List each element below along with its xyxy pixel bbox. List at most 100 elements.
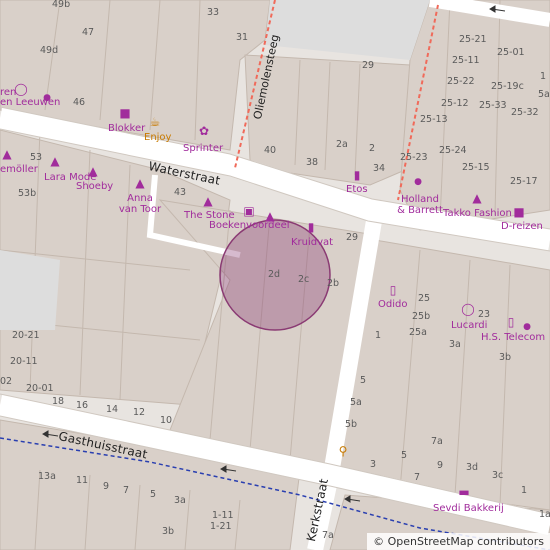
house-number: 3a: [449, 339, 461, 350]
house-number: 1-21: [210, 521, 232, 532]
house-number: 25-15: [462, 162, 490, 173]
house-number: 9: [103, 481, 110, 492]
phone-icon[interactable]: ▯: [386, 283, 400, 297]
house-number: 7a: [322, 530, 334, 541]
chemist-icon[interactable]: ▮: [350, 168, 364, 182]
clothes-icon[interactable]: ▲: [86, 164, 100, 178]
house-number: 49b: [52, 0, 71, 10]
shop-icon[interactable]: ■: [118, 106, 132, 120]
house-number: 25-12: [441, 98, 469, 109]
poi-label[interactable]: Kruidvat: [291, 238, 333, 248]
house-number: 02: [0, 376, 13, 387]
jewelry-icon[interactable]: ◯: [461, 302, 475, 316]
clothes-icon[interactable]: ▲: [48, 154, 62, 168]
house-number: 33: [207, 7, 220, 18]
poi-label[interactable]: Etos: [346, 185, 368, 195]
copyright-symbol: ©: [373, 535, 385, 548]
house-number: 5: [401, 450, 408, 461]
house-number: 9: [437, 460, 444, 471]
poi-label[interactable]: emöller: [0, 165, 38, 175]
poi-label[interactable]: Takko Fashion: [443, 209, 512, 219]
house-number: 1a: [539, 509, 550, 520]
attribution-link[interactable]: OpenStreetMap contributors: [388, 535, 544, 548]
map-canvas[interactable]: Waterstraat Gasthuisstraat Kerkstraat Ol…: [0, 0, 550, 550]
house-number: 2b: [327, 278, 340, 289]
poi-label[interactable]: Anna van Toor: [118, 193, 162, 215]
poi-label[interactable]: Sevdi Bakkerij: [433, 504, 504, 514]
house-number: 7: [414, 472, 421, 483]
house-number: 3: [370, 459, 377, 470]
house-number: 7a: [431, 436, 443, 447]
house-number: 5a: [538, 89, 550, 100]
jewelry-icon[interactable]: ◯: [14, 82, 28, 96]
house-number: 25: [418, 293, 431, 304]
house-number: 12: [133, 407, 146, 418]
poi-label[interactable]: Shoeby: [76, 182, 113, 192]
house-number: 2d: [268, 269, 281, 280]
clothes-icon[interactable]: ▲: [263, 209, 277, 223]
clothes-icon[interactable]: ▲: [470, 191, 484, 205]
house-number: 53b: [18, 188, 37, 199]
poi-label[interactable]: Odido: [378, 300, 407, 310]
house-number: 53: [30, 152, 43, 163]
house-number: 25-19c: [491, 81, 524, 92]
poi-label[interactable]: Enjoy: [144, 133, 171, 143]
house-number: 25-17: [510, 176, 538, 187]
poi-label[interactable]: Lucardi: [451, 321, 487, 331]
phone-icon[interactable]: ▯: [504, 315, 518, 329]
house-number: 1: [375, 330, 382, 341]
house-number: 3b: [499, 352, 512, 363]
house-number: 3c: [492, 470, 504, 481]
house-number: 1: [540, 71, 547, 82]
dot-icon[interactable]: ●: [40, 91, 54, 105]
bakery-icon[interactable]: ▬: [457, 485, 471, 499]
house-number: 14: [106, 404, 119, 415]
house-number: 11: [76, 475, 89, 486]
house-number: 25-33: [479, 100, 507, 111]
house-number: 13a: [38, 471, 56, 482]
house-number: 5: [150, 489, 157, 500]
house-number: 34: [373, 163, 386, 174]
poi-label[interactable]: Sprinter: [183, 144, 223, 154]
house-number: 49d: [40, 45, 59, 56]
house-number: 18: [52, 396, 65, 407]
clothes-icon[interactable]: ▲: [201, 194, 215, 208]
poi-label[interactable]: D-reizen: [501, 222, 543, 232]
house-number: 7: [123, 485, 130, 496]
house-number: 2c: [298, 274, 310, 285]
house-number: 40: [264, 145, 277, 156]
house-number: 5: [360, 375, 367, 386]
house-number: 2a: [336, 139, 348, 150]
house-number: 29: [362, 60, 375, 71]
sports-icon[interactable]: ✿: [197, 124, 211, 138]
house-number: 3a: [174, 495, 186, 506]
poi-label[interactable]: Holland & Barrett: [396, 194, 444, 216]
travel-icon[interactable]: ■: [512, 205, 526, 219]
cafe-icon[interactable]: ☕: [148, 115, 162, 129]
house-number: 31: [236, 32, 249, 43]
house-number: 20-01: [26, 383, 54, 394]
house-number: 25a: [409, 327, 427, 338]
poi-label[interactable]: Blokker: [108, 124, 145, 134]
house-number: 16: [76, 400, 89, 411]
book-icon[interactable]: ▣: [242, 204, 256, 218]
restaurant-icon[interactable]: ⚲: [336, 444, 350, 458]
map-attribution: © OpenStreetMap contributors: [367, 533, 550, 550]
clothes-icon[interactable]: ▲: [0, 147, 14, 161]
house-number: 5a: [350, 397, 362, 408]
poi-label[interactable]: Boekenvoordeel: [209, 221, 290, 231]
house-number: 46: [73, 97, 86, 108]
house-number: 25-23: [400, 152, 428, 163]
house-number: 25-21: [459, 34, 487, 45]
poi-label[interactable]: H.S. Telecom: [481, 333, 545, 343]
chemist-icon[interactable]: ▮: [304, 220, 318, 234]
house-number: 43: [174, 187, 187, 198]
house-number: 25-24: [439, 145, 467, 156]
clothes-icon[interactable]: ▲: [133, 176, 147, 190]
house-number: 25-01: [497, 47, 525, 58]
dot-icon[interactable]: ●: [411, 175, 425, 189]
dot-icon[interactable]: ●: [520, 320, 534, 334]
house-number: 2: [369, 143, 376, 154]
house-number: 3d: [466, 462, 479, 473]
house-number: 10: [160, 415, 173, 426]
